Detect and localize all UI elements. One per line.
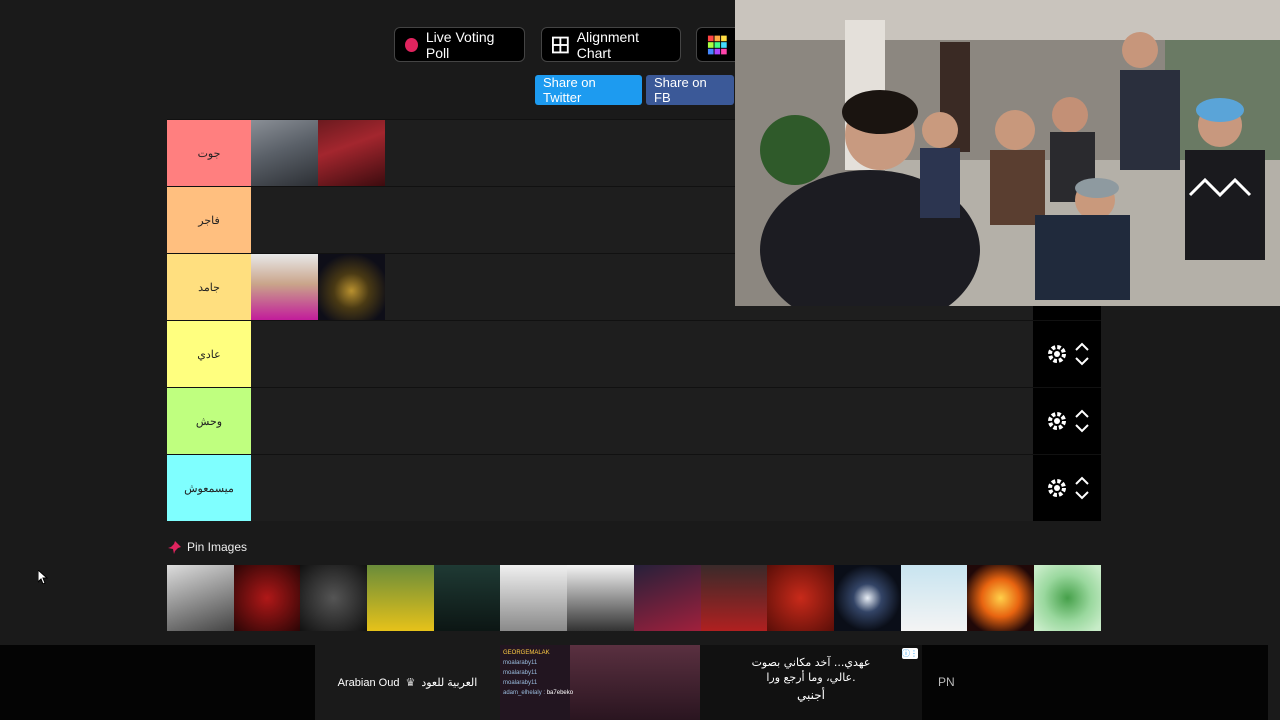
ad-brand-ar: العربية للعود xyxy=(421,677,478,689)
grid-icon xyxy=(552,36,569,53)
chat-line: moalaraby11 xyxy=(503,660,538,666)
tier-label-text: جامد xyxy=(198,280,220,294)
alignment-chart-button[interactable]: Alignment Chart xyxy=(541,27,681,62)
tier-row: وحش xyxy=(167,387,1101,454)
image-pool xyxy=(167,565,1101,631)
ad-song-line: عالي، وما أرجع ورا. xyxy=(766,671,856,684)
ad-chat-panel: GEORGEMALAK moalaraby11 moalaraby11 moal… xyxy=(500,645,700,720)
tier-items[interactable] xyxy=(251,455,1101,521)
pin-images-title: Pin Images xyxy=(187,540,248,554)
color-grid-icon xyxy=(707,35,727,54)
alignment-chart-label: Alignment Chart xyxy=(576,28,639,61)
ad-brand-panel: Arabian Oud ♛ العربية للعود xyxy=(315,645,500,720)
pool-image[interactable] xyxy=(967,565,1034,631)
ad-song-panel: ⓘ⋮ عهدي... آخد مكاني بصوت عالي، وما أرجع… xyxy=(700,645,922,720)
ad-banner[interactable]: Arabian Oud ♛ العربية للعود GEORGEMALAK … xyxy=(0,645,1268,720)
tier-item-image[interactable] xyxy=(318,254,385,321)
pool-image[interactable] xyxy=(700,565,768,631)
ad-brand-en: Arabian Oud xyxy=(337,676,400,689)
gear-icon[interactable] xyxy=(1045,342,1069,366)
chat-user: adam_elhelaly xyxy=(503,690,542,696)
chat-line: adam_elhelaly : ba7ebeko xyxy=(503,690,574,696)
tier-item-image[interactable] xyxy=(251,120,318,187)
tier-items[interactable] xyxy=(251,321,1101,387)
tier-controls xyxy=(1033,388,1101,454)
pool-image[interactable] xyxy=(833,565,901,631)
tier-items[interactable] xyxy=(251,388,1101,454)
tier-label[interactable]: جوت xyxy=(167,120,251,186)
chat-line: moalaraby11 xyxy=(503,680,538,686)
tier-label-text: وحش xyxy=(195,414,223,428)
tier-item-image[interactable] xyxy=(251,254,318,321)
ad-side-label: PN xyxy=(938,675,955,689)
mouse-cursor-icon xyxy=(38,570,48,584)
gear-icon[interactable] xyxy=(1045,409,1069,433)
chat-line: moalaraby11 xyxy=(503,670,538,676)
chevron-up-icon[interactable] xyxy=(1075,476,1089,485)
tier-label-text: فاجر xyxy=(198,213,220,227)
tier-row: ميسمعوش xyxy=(167,454,1101,521)
chevron-up-icon[interactable] xyxy=(1075,409,1089,418)
pool-image[interactable] xyxy=(433,565,501,631)
tier-label[interactable]: فاجر xyxy=(167,187,251,253)
tier-label[interactable]: ميسمعوش xyxy=(167,455,251,521)
pool-image[interactable] xyxy=(500,565,568,631)
pool-image[interactable] xyxy=(167,565,234,631)
webcam-overlay xyxy=(735,0,1280,306)
tier-controls xyxy=(1033,321,1101,387)
ad-creative[interactable]: Arabian Oud ♛ العربية للعود GEORGEMALAK … xyxy=(315,645,922,720)
tier-label-text: ميسمعوش xyxy=(184,481,234,495)
live-voting-poll-label: Live Voting Poll xyxy=(425,28,495,61)
chevron-down-icon[interactable] xyxy=(1075,491,1089,500)
pool-image[interactable] xyxy=(633,565,701,631)
tier-label[interactable]: جامد xyxy=(167,254,251,320)
record-dot-icon xyxy=(405,37,418,52)
pool-image[interactable] xyxy=(367,565,434,631)
ad-info-icon[interactable]: ⓘ⋮ xyxy=(902,648,918,659)
share-fb-button[interactable]: Share on FB xyxy=(646,75,734,105)
tier-list-page: Live Voting Poll Alignment Chart V Share… xyxy=(0,0,1280,720)
share-twitter-label: Share on Twitter xyxy=(543,75,596,105)
chevron-down-icon[interactable] xyxy=(1075,357,1089,366)
tier-label-text: عادي xyxy=(197,347,221,361)
tier-controls xyxy=(1033,455,1101,521)
pool-image[interactable] xyxy=(1033,565,1101,631)
webcam-scene-image xyxy=(735,0,1280,306)
ad-song-line: عهدي... آخد مكاني بصوت xyxy=(751,656,871,669)
tier-label-text: جوت xyxy=(197,146,221,160)
pool-image[interactable] xyxy=(300,565,368,631)
pool-image[interactable] xyxy=(233,565,301,631)
tier-item-image[interactable] xyxy=(318,120,385,187)
ad-song-brand: أجنبي xyxy=(797,688,825,702)
pool-image[interactable] xyxy=(900,565,968,631)
pool-image[interactable] xyxy=(767,565,834,631)
pushpin-icon xyxy=(168,540,181,554)
chevron-up-icon[interactable] xyxy=(1075,342,1089,351)
pool-image[interactable] xyxy=(567,565,634,631)
tier-label[interactable]: وحش xyxy=(167,388,251,454)
gear-icon[interactable] xyxy=(1045,476,1069,500)
live-voting-poll-button[interactable]: Live Voting Poll xyxy=(394,27,525,62)
chat-msg: ba7ebeko xyxy=(546,690,574,696)
share-twitter-button[interactable]: Share on Twitter xyxy=(535,75,642,105)
tier-label[interactable]: عادي xyxy=(167,321,251,387)
chevron-down-icon[interactable] xyxy=(1075,424,1089,433)
share-fb-label: Share on FB xyxy=(654,75,707,105)
tier-row: عادي xyxy=(167,320,1101,387)
crown-icon: ♛ xyxy=(405,677,416,689)
pin-images-header: Pin Images xyxy=(168,540,247,554)
chat-line: GEORGEMALAK xyxy=(503,650,550,656)
